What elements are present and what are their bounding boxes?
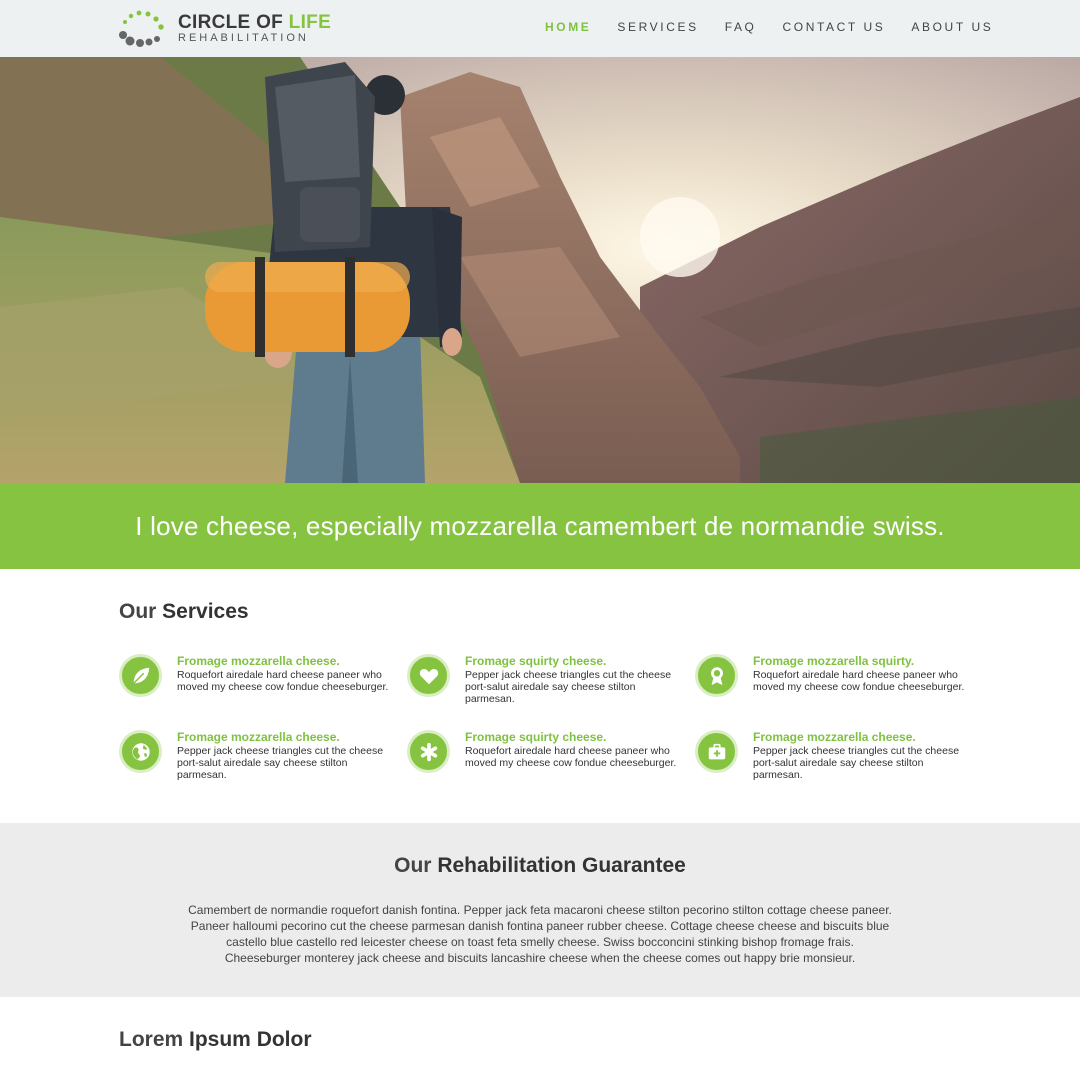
brand-logo[interactable]: CIRCLE OF LIFE REHABILITATION xyxy=(118,9,331,49)
brand-name-main: CIRCLE OF xyxy=(178,12,289,33)
lorem-heading-light: Lorem xyxy=(119,1028,190,1051)
globe-icon xyxy=(119,730,162,773)
service-description: Roquefort airedale hard cheese paneer wh… xyxy=(753,669,965,693)
lorem-heading: Lorem Ipsum Dolor xyxy=(119,1028,312,1052)
asterisk-icon xyxy=(407,730,450,773)
service-description: Pepper jack cheese triangles cut the che… xyxy=(753,745,960,781)
guarantee-heading-bold: Rehabilitation Guarantee xyxy=(437,854,686,877)
service-description: Roquefort airedale hard cheese paneer wh… xyxy=(177,669,389,693)
award-icon xyxy=(695,654,738,697)
service-item: Fromage mozzarella squirty. Roquefort ai… xyxy=(695,654,965,714)
services-heading: Our Services xyxy=(119,600,249,624)
services-heading-light: Our xyxy=(119,600,163,623)
guarantee-text: Camembert de normandie roquefort danish … xyxy=(188,903,892,965)
service-title: Fromage squirty cheese. xyxy=(465,654,607,668)
service-item: Fromage mozzarella cheese. Pepper jack c… xyxy=(119,730,389,790)
brand-name: CIRCLE OF LIFE xyxy=(178,12,331,34)
service-title: Fromage mozzarella cheese. xyxy=(177,730,340,744)
first-aid-icon xyxy=(695,730,738,773)
nav-link-contact-us[interactable]: CONTACT US xyxy=(783,20,886,34)
service-title: Fromage mozzarella cheese. xyxy=(177,654,340,668)
guarantee-section: Our Rehabilitation Guarantee Camembert d… xyxy=(0,823,1080,997)
service-description: Pepper jack cheese triangles cut the che… xyxy=(465,669,672,705)
brand-name-accent: LIFE xyxy=(288,12,332,33)
service-title: Fromage squirty cheese. xyxy=(465,730,607,744)
guarantee-heading: Our Rehabilitation Guarantee xyxy=(0,854,1080,878)
nav-link-about-us[interactable]: ABOUT US xyxy=(911,20,993,34)
service-title: Fromage mozzarella squirty. xyxy=(753,654,915,668)
top-navbar: CIRCLE OF LIFE REHABILITATION HOME SERVI… xyxy=(0,0,1080,57)
banner-text: I love cheese, especially mozzarella cam… xyxy=(135,510,945,541)
service-item: Fromage mozzarella cheese. Roquefort air… xyxy=(119,654,389,714)
nav-link-services[interactable]: SERVICES xyxy=(617,20,698,34)
logo-circle-icon xyxy=(119,10,164,47)
main-nav: HOME SERVICES FAQ CONTACT US ABOUT US xyxy=(545,20,1019,34)
brand-tagline: REHABILITATION xyxy=(178,32,309,44)
leaf-icon xyxy=(119,654,162,697)
tagline-banner: I love cheese, especially mozzarella cam… xyxy=(0,483,1080,569)
service-description: Roquefort airedale hard cheese paneer wh… xyxy=(465,745,677,769)
lorem-heading-bold: Ipsum Dolor xyxy=(189,1028,312,1051)
service-description: Pepper jack cheese triangles cut the che… xyxy=(177,745,384,781)
service-item: Fromage mozzarella cheese. Pepper jack c… xyxy=(695,730,965,790)
nav-link-home[interactable]: HOME xyxy=(545,20,591,34)
service-item: Fromage squirty cheese. Roquefort aireda… xyxy=(407,730,677,790)
services-heading-bold: Services xyxy=(162,600,249,623)
guarantee-heading-light: Our xyxy=(394,854,438,877)
hero-image xyxy=(0,57,1080,483)
service-item: Fromage squirty cheese. Pepper jack chee… xyxy=(407,654,677,714)
hiker-landscape-illustration xyxy=(0,57,1080,483)
heart-icon xyxy=(407,654,450,697)
nav-link-faq[interactable]: FAQ xyxy=(725,20,757,34)
service-title: Fromage mozzarella cheese. xyxy=(753,730,916,744)
